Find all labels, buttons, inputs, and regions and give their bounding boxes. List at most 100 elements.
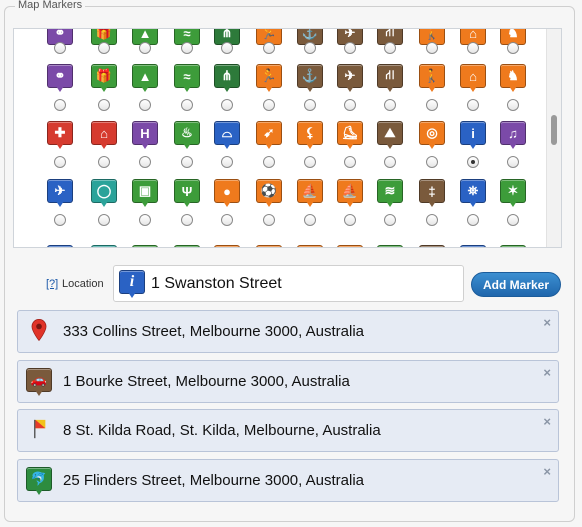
remove-marker-button[interactable]: × [543, 315, 551, 330]
climbing-icon[interactable]: ⛰ [377, 121, 403, 151]
marker-radio[interactable] [54, 99, 66, 111]
marker-radio[interactable] [304, 156, 316, 168]
picker-scrollbar[interactable] [546, 29, 561, 247]
marker-radio[interactable] [426, 42, 438, 54]
partial-marker-icon[interactable]: ✶ [500, 245, 526, 247]
mountains-icon[interactable]: ▲ [132, 64, 158, 94]
partial-marker-icon[interactable]: ⛯ [460, 245, 486, 247]
cabin-icon[interactable]: ⌂ [91, 121, 117, 151]
marker-radio[interactable] [181, 214, 193, 226]
highway-icon[interactable]: ⛙ [377, 64, 403, 94]
info-icon[interactable]: i [460, 121, 486, 151]
marker-radio[interactable] [263, 214, 275, 226]
partial-marker-icon[interactable]: ● [214, 245, 240, 247]
marker-radio[interactable] [467, 42, 479, 54]
remove-marker-button[interactable]: × [543, 365, 551, 380]
fence-icon[interactable]: ‡ [419, 179, 445, 209]
horse-riding-icon[interactable]: ♞ [500, 64, 526, 94]
marker-radio[interactable] [263, 156, 275, 168]
home-icon[interactable]: ⌂ [460, 64, 486, 94]
location-input[interactable]: i 1 Swanston Street [113, 265, 464, 302]
airport-icon[interactable]: ✈ [47, 179, 73, 209]
hockey-icon[interactable]: ⚸ [297, 121, 323, 151]
marker-radio[interactable] [384, 99, 396, 111]
bowling-icon[interactable]: ● [214, 179, 240, 209]
marker-radio[interactable] [344, 42, 356, 54]
marker-radio[interactable] [344, 99, 356, 111]
map-sign-icon[interactable]: ▣ [132, 179, 158, 209]
marker-radio[interactable] [263, 42, 275, 54]
marker-radio[interactable] [221, 99, 233, 111]
partial-marker-icon[interactable]: ✈ [47, 245, 73, 247]
helicopter-icon[interactable]: ✈ [337, 64, 363, 94]
marker-radio[interactable] [426, 156, 438, 168]
partial-marker-icon[interactable]: ◯ [91, 245, 117, 247]
soccer-icon[interactable]: ⚽ [256, 179, 282, 209]
picker-scroll-thumb[interactable] [551, 115, 557, 145]
marker-radio[interactable] [98, 99, 110, 111]
swimming-icon[interactable]: ≈ [174, 64, 200, 94]
marker-radio[interactable] [344, 214, 356, 226]
marker-list-item[interactable]: 🚗 1 Bourke Street, Melbourne 3000, Austr… [17, 360, 559, 403]
lobster-icon[interactable]: ✶ [500, 179, 526, 209]
bridge-icon[interactable]: ⌓ [214, 121, 240, 151]
marker-radio[interactable] [221, 214, 233, 226]
kayak-icon[interactable]: ⛵ [297, 179, 323, 209]
marker-radio[interactable] [507, 214, 519, 226]
marker-radio[interactable] [467, 156, 479, 168]
partial-marker-icon[interactable]: ▣ [132, 245, 158, 247]
olympics-icon[interactable]: ◎ [419, 121, 445, 151]
marker-radio[interactable] [54, 214, 66, 226]
marker-radio[interactable] [467, 99, 479, 111]
marker-radio[interactable] [139, 99, 151, 111]
remove-marker-button[interactable]: × [543, 414, 551, 429]
menorah-icon[interactable]: Ψ [174, 179, 200, 209]
marker-radio[interactable] [304, 42, 316, 54]
marker-radio[interactable] [344, 156, 356, 168]
marker-radio[interactable] [221, 42, 233, 54]
walking-icon[interactable]: 🚶 [419, 64, 445, 94]
marker-radio[interactable] [426, 99, 438, 111]
marker-radio[interactable] [384, 42, 396, 54]
marker-radio[interactable] [507, 99, 519, 111]
marker-radio[interactable] [181, 156, 193, 168]
marker-radio[interactable] [54, 42, 66, 54]
marker-radio[interactable] [507, 42, 519, 54]
wedding-rings-icon[interactable]: ⚭ [47, 64, 73, 94]
remove-marker-button[interactable]: × [543, 464, 551, 479]
ring-icon[interactable]: ◯ [91, 179, 117, 209]
marker-radio[interactable] [98, 156, 110, 168]
marker-radio[interactable] [304, 214, 316, 226]
marker-radio[interactable] [467, 214, 479, 226]
shooting-icon[interactable]: ➹ [256, 121, 282, 151]
marker-radio[interactable] [139, 42, 151, 54]
partial-marker-icon[interactable]: ⛵ [297, 245, 323, 247]
marker-radio[interactable] [304, 99, 316, 111]
marker-radio[interactable] [384, 214, 396, 226]
waterfall-icon[interactable]: ≋ [377, 179, 403, 209]
hot-springs-icon[interactable]: ♨ [174, 121, 200, 151]
hospital-icon[interactable]: ✚ [47, 121, 73, 151]
partial-marker-icon[interactable]: Ψ [174, 245, 200, 247]
marker-radio[interactable] [98, 214, 110, 226]
marker-radio[interactable] [139, 214, 151, 226]
grass-icon[interactable]: ⋔ [214, 64, 240, 94]
partial-marker-icon[interactable]: ≋ [377, 245, 403, 247]
partial-marker-icon[interactable]: ⛵ [337, 245, 363, 247]
marker-radio[interactable] [384, 156, 396, 168]
marker-radio[interactable] [139, 156, 151, 168]
marker-radio[interactable] [263, 99, 275, 111]
marker-radio[interactable] [507, 156, 519, 168]
hotel-icon[interactable]: H [132, 121, 158, 151]
partial-marker-icon[interactable]: ‡ [419, 245, 445, 247]
partial-marker-icon[interactable]: ⚽ [256, 245, 282, 247]
running-icon[interactable]: 🏃 [256, 64, 282, 94]
marker-list-item[interactable]: 8 St. Kilda Road, St. Kilda, Melbourne, … [17, 409, 559, 452]
gift-icon[interactable]: 🎁 [91, 64, 117, 94]
music-icon[interactable]: ♫ [500, 121, 526, 151]
marker-radio[interactable] [54, 156, 66, 168]
marker-radio[interactable] [181, 99, 193, 111]
location-help-link[interactable]: [?] [46, 278, 58, 290]
marker-list-item[interactable]: 333 Collins Street, Melbourne 3000, Aust… [17, 310, 559, 353]
marker-radio[interactable] [98, 42, 110, 54]
